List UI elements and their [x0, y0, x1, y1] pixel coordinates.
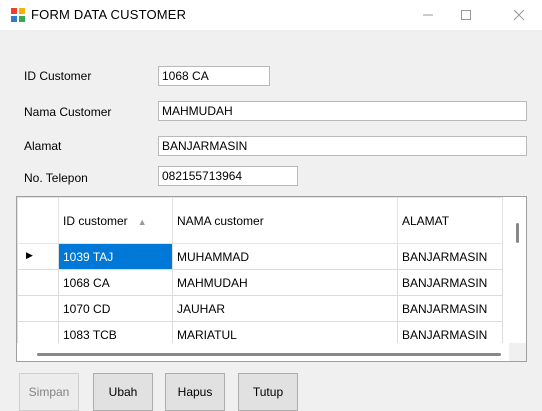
hapus-button[interactable]: Hapus	[165, 373, 225, 411]
telepon-field[interactable]: 082155713964	[158, 166, 298, 186]
app-icon	[10, 7, 26, 23]
nama-customer-field[interactable]: MAHMUDAH	[158, 101, 527, 121]
vertical-scroll-thumb[interactable]	[516, 223, 519, 243]
table-row[interactable]: 1070 CD JAUHAR BANJARMASIN	[17, 295, 503, 322]
column-header-alamat[interactable]: ALAMAT	[397, 197, 503, 244]
close-button[interactable]	[496, 0, 542, 30]
nama-customer-label: Nama Customer	[24, 105, 112, 119]
telepon-label: No. Telepon	[24, 171, 88, 185]
ubah-button[interactable]: Ubah	[93, 373, 153, 411]
vertical-scrollbar[interactable]	[509, 197, 526, 344]
horizontal-scrollbar[interactable]	[17, 343, 511, 361]
cell-nama[interactable]: MUHAMMAD	[172, 243, 398, 270]
id-customer-field[interactable]: 1068 CA	[158, 66, 270, 86]
maximize-button[interactable]	[443, 0, 489, 30]
table-row[interactable]: ▶ 1039 TAJ MUHAMMAD BANJARMASIN	[17, 243, 503, 270]
simpan-button[interactable]: Simpan	[19, 373, 79, 411]
scrollbar-corner	[509, 343, 526, 361]
column-header-id[interactable]: ID customer ▲	[58, 197, 173, 244]
window-title: FORM DATA CUSTOMER	[31, 7, 187, 22]
sort-ascending-icon: ▲	[137, 216, 147, 227]
cell-id[interactable]: 1039 TAJ	[58, 243, 173, 270]
cell-alamat[interactable]: BANJARMASIN	[397, 295, 503, 322]
row-header[interactable]	[17, 295, 59, 322]
minimize-icon	[423, 14, 433, 16]
cell-id[interactable]: 1068 CA	[58, 269, 173, 296]
row-header-corner	[17, 197, 59, 244]
close-icon	[513, 9, 525, 21]
cell-nama[interactable]: MAHMUDAH	[172, 269, 398, 296]
row-header[interactable]	[17, 269, 59, 296]
cell-alamat[interactable]: BANJARMASIN	[397, 243, 503, 270]
cell-nama[interactable]: JAUHAR	[172, 295, 398, 322]
horizontal-scroll-thumb[interactable]	[37, 353, 501, 356]
alamat-label: Alamat	[24, 139, 62, 153]
id-customer-label: ID Customer	[24, 69, 92, 83]
tutup-button[interactable]: Tutup	[238, 373, 298, 411]
row-header[interactable]: ▶	[17, 243, 59, 270]
current-row-arrow-icon: ▶	[26, 250, 33, 260]
title-bar: FORM DATA CUSTOMER	[0, 0, 542, 30]
customer-grid[interactable]: ID customer ▲ NAMA customer ALAMAT ▶ 1039…	[16, 196, 527, 362]
column-header-nama[interactable]: NAMA customer	[172, 197, 398, 244]
maximize-icon	[461, 10, 471, 20]
grid-header-row: ID customer ▲ NAMA customer ALAMAT	[17, 197, 503, 244]
cell-alamat[interactable]: BANJARMASIN	[397, 269, 503, 296]
column-header-id-label: ID customer	[63, 213, 128, 228]
cell-id[interactable]: 1070 CD	[58, 295, 173, 322]
alamat-field[interactable]: BANJARMASIN	[158, 136, 527, 156]
table-row[interactable]: 1068 CA MAHMUDAH BANJARMASIN	[17, 269, 503, 296]
